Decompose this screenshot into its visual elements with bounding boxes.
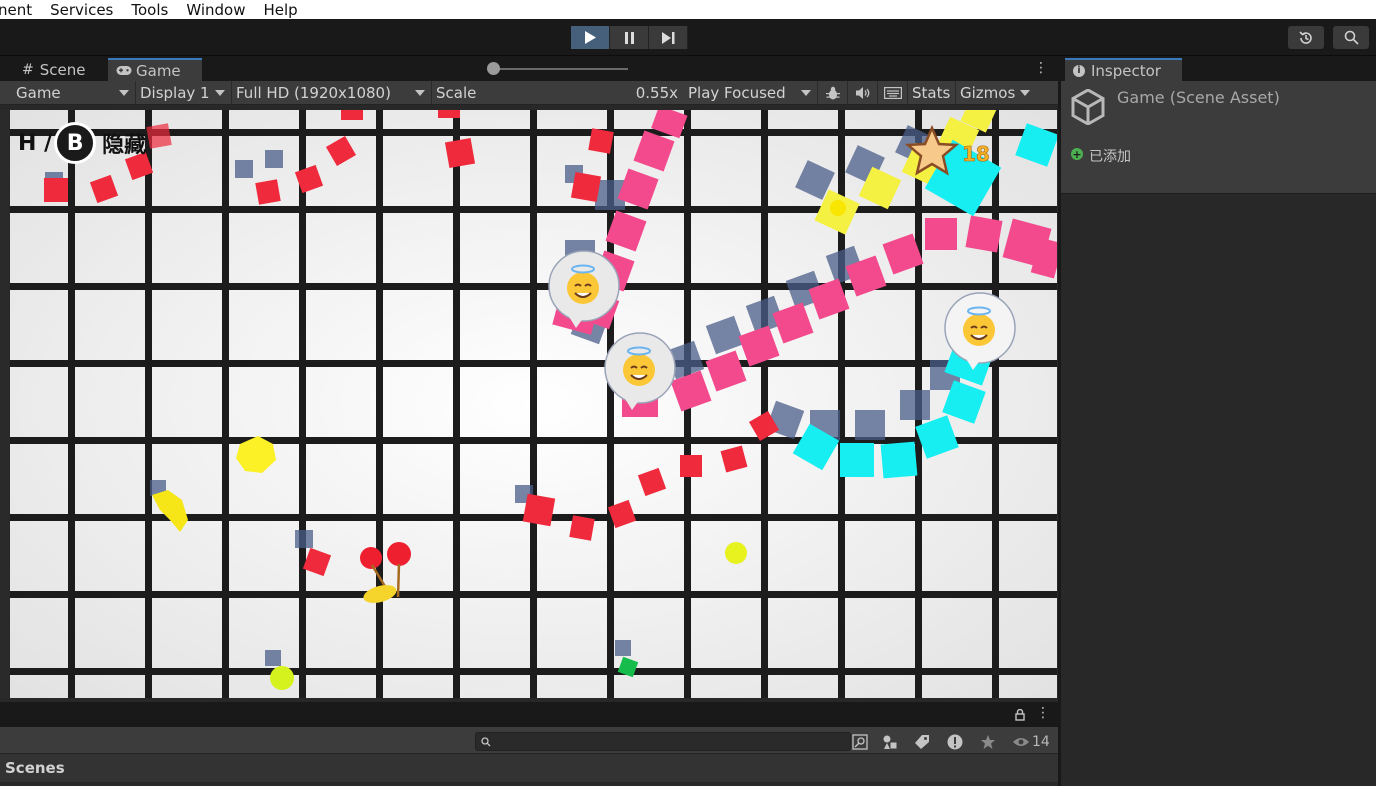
step-icon [661,31,674,44]
step-button[interactable] [649,26,688,49]
eye-icon [1013,738,1029,746]
display-mode-dropdown[interactable]: Game [12,80,136,105]
search-by-type-button[interactable] [851,733,869,751]
play-button[interactable] [571,26,610,49]
game-scene: 18 [10,110,1057,698]
display-dropdown[interactable]: Display 1 [136,80,232,105]
play-controls [571,26,688,49]
gamepad-icon [116,66,132,75]
menu-item-component[interactable]: nent [0,1,32,19]
scenes-label: Scenes [5,759,65,777]
warning-filter-button[interactable] [944,732,966,752]
display-mode-value: Game [16,83,61,102]
chevron-down-icon [215,89,225,96]
menu-bar: nent Services Tools Window Help [0,0,1376,19]
gizmos-dropdown[interactable]: Gizmos [956,81,1036,105]
filter-by-label-button[interactable] [911,732,933,752]
menu-item-tools[interactable]: Tools [131,1,168,19]
menu-item-window[interactable]: Window [186,1,245,19]
game-panel: # Scene Game ⋮ Game Display 1 Full HD (1… [0,57,1058,702]
play-icon [585,31,596,44]
more-menu-icon[interactable]: ⋮ [1036,705,1050,721]
game-viewport[interactable]: 18 H / B 隐藏 [10,110,1057,698]
inspector-title: Game (Scene Asset) [1117,88,1280,107]
hidden-packages-toggle[interactable]: 14 [1012,732,1052,752]
search-icon [1344,30,1359,45]
scale-label: Scale [436,83,477,102]
bug-icon [825,86,840,99]
search-input[interactable] [475,732,851,751]
pause-icon [624,31,634,44]
tab-game[interactable]: Game [108,58,202,81]
added-label: 已添加 [1089,149,1131,165]
plus-circle-icon: + [1071,147,1083,161]
hud-prefix: H / [18,130,53,156]
tab-game-label: Game [136,61,181,80]
bug-toggle[interactable] [818,80,848,105]
more-menu-icon[interactable]: ⋮ [1034,60,1048,76]
tag-icon [915,735,929,749]
info-icon: i [1073,64,1085,77]
project-panel-header: ⋮ [0,702,1058,727]
main-toolbar [0,19,1376,56]
tab-scene-label: Scene [39,60,86,79]
scale-value: 0.55x [635,83,678,102]
hud-label: 隐藏 [102,133,147,158]
keyboard-icon [883,86,902,99]
speaker-icon [855,86,869,99]
menu-item-services[interactable]: Services [50,1,113,19]
gizmos-label: Gizmos [960,83,1016,102]
tab-scene[interactable]: # Scene [14,58,93,81]
search-filter-icon [852,734,868,750]
scenes-folder[interactable]: Scenes [0,754,1058,782]
inspector-header: Game (Scene Asset) + 已添加 [1061,81,1376,194]
mute-toggle[interactable] [848,80,878,105]
history-icon [1299,30,1312,44]
resolution-value: Full HD (1920x1080) [236,83,391,102]
history-button[interactable] [1288,26,1324,49]
favorites-button[interactable] [977,732,999,752]
scale-slider-handle[interactable] [487,62,500,75]
vertical-scrollbar[interactable] [0,110,9,698]
filter-by-type-button[interactable] [879,732,901,752]
game-view-toolbar: Game Display 1 Full HD (1920x1080) Scale… [0,80,1058,105]
chevron-down-icon [1020,89,1030,96]
lock-icon[interactable] [1015,709,1025,721]
display-value: Display 1 [140,83,210,102]
project-panel: ⋮ 14 Scenes [0,702,1058,786]
tab-inspector-label: Inspector [1091,61,1161,80]
inspector-tabs: i Inspector [1061,57,1376,81]
hud-key-badge: B [54,122,97,164]
scale-slider-track[interactable] [494,68,628,70]
stats-label: Stats [912,83,951,102]
hud-hide-hint: H / B 隐藏 [18,122,146,164]
warning-icon [947,734,963,750]
keyboard-toggle[interactable] [878,80,908,105]
score-label: 18 [962,142,990,166]
pause-button[interactable] [610,26,649,49]
star-icon [981,735,995,749]
play-mode-value: Play Focused [688,83,786,102]
scale-control[interactable]: Scale 0.55x [432,81,684,105]
stats-button[interactable]: Stats [908,80,956,105]
resolution-dropdown[interactable]: Full HD (1920x1080) [232,80,432,105]
chevron-down-icon [415,89,425,96]
unity-logo-icon [1071,89,1105,125]
inspector-panel: i Inspector Game (Scene Asset) + 已添加 [1060,57,1376,786]
chevron-down-icon [119,89,129,96]
menu-item-help[interactable]: Help [264,1,298,19]
play-mode-dropdown[interactable]: Play Focused [684,80,818,105]
search-button[interactable] [1333,26,1369,49]
hidden-count: 14 [1032,734,1050,750]
chevron-down-icon [801,89,811,96]
search-icon [481,737,491,747]
tab-inspector[interactable]: i Inspector [1065,58,1182,81]
shapes-icon [883,735,897,749]
grid-icon: # [22,61,34,78]
project-toolbar: 14 [0,727,1058,754]
